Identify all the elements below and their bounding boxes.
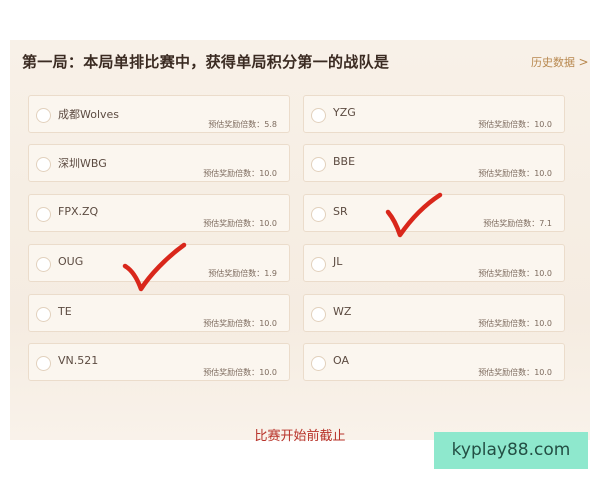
- radio-button[interactable]: [311, 307, 326, 322]
- team-name: JL: [333, 255, 343, 268]
- option-bbe[interactable]: BBE 预估奖励倍数：10.0: [303, 144, 565, 182]
- odds-text: 预估奖励倍数：10.0: [478, 367, 552, 378]
- odds-value: 1.9: [264, 269, 277, 278]
- option-fpx-zq[interactable]: FPX.ZQ 预估奖励倍数：10.0: [28, 194, 290, 232]
- team-name: OUG: [58, 255, 84, 268]
- radio-button[interactable]: [311, 207, 326, 222]
- odds-text: 预估奖励倍数：10.0: [478, 268, 552, 279]
- radio-button[interactable]: [311, 108, 326, 123]
- team-name: 成都Wolves: [58, 108, 120, 121]
- radio-button[interactable]: [36, 207, 51, 222]
- radio-button[interactable]: [311, 257, 326, 272]
- option-chengdu-wolves[interactable]: 成都Wolves 预估奖励倍数：5.8: [28, 95, 290, 133]
- option-wz[interactable]: WZ 预估奖励倍数：10.0: [303, 294, 565, 332]
- team-name: TE: [58, 305, 72, 318]
- odds-label: 预估奖励倍数：: [203, 368, 260, 377]
- odds-label: 预估奖励倍数：: [478, 120, 535, 129]
- odds-text: 预估奖励倍数：5.8: [208, 119, 277, 130]
- odds-text: 预估奖励倍数：7.1: [483, 218, 552, 229]
- odds-text: 预估奖励倍数：10.0: [203, 218, 277, 229]
- option-te[interactable]: TE 预估奖励倍数：10.0: [28, 294, 290, 332]
- odds-value: 7.1: [539, 219, 552, 228]
- history-data-link[interactable]: 历史数据 >: [531, 54, 589, 70]
- watermark-banner: kyplay88.com: [434, 432, 588, 469]
- odds-value: 10.0: [259, 219, 277, 228]
- radio-button[interactable]: [36, 307, 51, 322]
- checkmark-icon: [122, 242, 187, 292]
- odds-value: 10.0: [259, 368, 277, 377]
- odds-text: 预估奖励倍数：10.0: [203, 318, 277, 329]
- odds-text: 预估奖励倍数：10.0: [478, 119, 552, 130]
- team-name: SR: [333, 205, 348, 218]
- team-name: WZ: [333, 305, 352, 318]
- option-jl[interactable]: JL 预估奖励倍数：10.0: [303, 244, 565, 282]
- odds-value: 10.0: [534, 368, 552, 377]
- option-yzg[interactable]: YZG 预估奖励倍数：10.0: [303, 95, 565, 133]
- odds-text: 预估奖励倍数：10.0: [203, 168, 277, 179]
- odds-label: 预估奖励倍数：: [208, 269, 265, 278]
- odds-text: 预估奖励倍数：1.9: [208, 268, 277, 279]
- odds-label: 预估奖励倍数：: [478, 269, 535, 278]
- history-data-label: 历史数据: [531, 56, 575, 69]
- team-name: 深圳WBG: [58, 157, 107, 170]
- option-vn-521[interactable]: VN.521 预估奖励倍数：10.0: [28, 343, 290, 381]
- odds-value: 10.0: [534, 169, 552, 178]
- radio-button[interactable]: [311, 356, 326, 371]
- odds-text: 预估奖励倍数：10.0: [478, 168, 552, 179]
- radio-button[interactable]: [36, 108, 51, 123]
- option-shenzhen-wbg[interactable]: 深圳WBG 预估奖励倍数：10.0: [28, 144, 290, 182]
- checkmark-icon: [385, 192, 443, 238]
- odds-text: 预估奖励倍数：10.0: [478, 318, 552, 329]
- option-oa[interactable]: OA 预估奖励倍数：10.0: [303, 343, 565, 381]
- odds-label: 预估奖励倍数：: [203, 169, 260, 178]
- odds-label: 预估奖励倍数：: [478, 368, 535, 377]
- odds-label: 预估奖励倍数：: [483, 219, 540, 228]
- odds-value: 5.8: [264, 120, 277, 129]
- odds-label: 预估奖励倍数：: [208, 120, 265, 129]
- chevron-right-icon: >: [578, 55, 589, 69]
- odds-text: 预估奖励倍数：10.0: [203, 367, 277, 378]
- team-name: YZG: [333, 106, 356, 119]
- radio-button[interactable]: [36, 356, 51, 371]
- team-name: BBE: [333, 155, 356, 168]
- odds-value: 10.0: [534, 120, 552, 129]
- radio-button[interactable]: [36, 157, 51, 172]
- radio-button[interactable]: [36, 257, 51, 272]
- question-title: 第一局：本局单排比赛中，获得单局积分第一的战队是: [22, 53, 390, 71]
- team-name: VN.521: [58, 354, 99, 367]
- radio-button[interactable]: [311, 157, 326, 172]
- team-name: OA: [333, 354, 349, 367]
- odds-value: 10.0: [534, 269, 552, 278]
- odds-label: 预估奖励倍数：: [478, 169, 535, 178]
- odds-value: 10.0: [259, 319, 277, 328]
- odds-label: 预估奖励倍数：: [478, 319, 535, 328]
- odds-value: 10.0: [534, 319, 552, 328]
- team-name: FPX.ZQ: [58, 205, 99, 218]
- odds-value: 10.0: [259, 169, 277, 178]
- odds-label: 预估奖励倍数：: [203, 319, 260, 328]
- odds-label: 预估奖励倍数：: [203, 219, 260, 228]
